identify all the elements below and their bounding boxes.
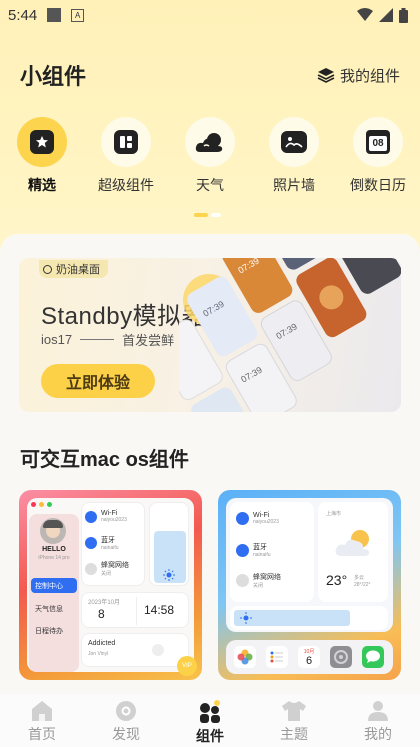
photos-icon	[234, 646, 256, 668]
font-a-icon: A	[71, 8, 85, 22]
window-controls	[31, 502, 52, 507]
nav-discover[interactable]: 发现	[84, 694, 168, 747]
menu-control-center: 控制中心	[31, 578, 77, 593]
category-label: 照片墙	[273, 177, 315, 193]
menu-weather: 天气信息	[35, 606, 63, 613]
weather-widget: 上海市 23° 多云 28°/22°	[318, 502, 388, 602]
bottom-nav: 首页 发现 组件 主题 我的	[0, 694, 420, 747]
reminders-icon	[266, 646, 288, 668]
my-widgets-label: 我的组件	[339, 67, 400, 85]
play-icon	[152, 644, 164, 656]
banner-badge: 奶油桌面	[39, 260, 108, 278]
bluetooth-icon	[236, 543, 249, 557]
page-dot	[211, 213, 221, 217]
avatar	[40, 518, 66, 544]
shirt-icon	[282, 701, 306, 721]
cloud-sun-icon	[335, 530, 370, 556]
nav-label: 主题	[280, 726, 308, 742]
page-title: 小组件	[20, 64, 87, 89]
wifi-icon	[236, 512, 249, 525]
nav-widgets[interactable]: 组件	[168, 694, 252, 747]
status-bar: 5:44 A	[0, 0, 420, 30]
my-widgets-button[interactable]: 我的组件	[317, 65, 400, 86]
wifi-icon	[357, 8, 373, 21]
standby-banner[interactable]: 奶油桌面 Standby模拟器 ios17 首发尝鲜 立即体验 07:39 07…	[19, 258, 401, 412]
nav-label: 发现	[112, 726, 140, 742]
page-indicator	[194, 213, 221, 217]
nav-label: 首页	[28, 726, 56, 742]
category-super-widgets[interactable]: 超级组件	[84, 117, 168, 195]
category-weather[interactable]: 天气	[168, 117, 252, 195]
nav-profile[interactable]: 我的	[336, 694, 420, 747]
standby-phones-illustration: 07:39 07:39 07:39 07:39	[179, 258, 401, 412]
try-now-button[interactable]: 立即体验	[41, 364, 155, 398]
bluetooth-icon	[85, 537, 97, 549]
cellular-icon	[236, 574, 249, 587]
calendar-icon: 08	[366, 130, 390, 154]
brightness-icon	[163, 569, 175, 581]
profile-device: iPhone 14 pro	[38, 555, 70, 561]
signal-icon	[379, 8, 393, 22]
category-label: 超级组件	[98, 177, 154, 193]
square-icon	[47, 8, 62, 22]
weather-icon	[195, 133, 223, 152]
category-label: 天气	[196, 177, 224, 193]
menu-schedule: 日程待办	[35, 628, 63, 635]
nav-themes[interactable]: 主题	[252, 694, 336, 747]
nav-label: 我的	[364, 726, 392, 742]
home-icon	[32, 701, 52, 721]
nav-home[interactable]: 首页	[0, 694, 84, 747]
wifi-icon	[85, 510, 97, 523]
brightness-icon	[240, 612, 252, 624]
photo-icon	[281, 131, 307, 153]
cellular-icon	[85, 562, 97, 575]
dock: 10月 6	[226, 640, 393, 674]
badge-circle-icon	[43, 264, 52, 274]
header: 小组件 我的组件	[20, 60, 400, 90]
banner-subtitle: ios17 首发尝鲜	[41, 332, 175, 348]
layers-icon	[317, 68, 335, 83]
profile-icon	[368, 701, 388, 721]
category-tabs: 精选 超级组件 天气 照片墙 08 倒数日历	[0, 117, 420, 197]
category-featured[interactable]: 精选	[0, 117, 84, 195]
profile-name: HELLO	[42, 546, 66, 553]
widget-preview-1[interactable]: HELLO iPhone 14 pro 控制中心 天气信息 日程待办 Wi-Fi…	[19, 490, 202, 680]
widgets-icon	[200, 700, 220, 723]
section-title: 可交互mac os组件	[20, 449, 189, 471]
settings-icon	[330, 646, 352, 668]
category-label: 倒数日历	[350, 177, 406, 193]
category-photo-wall[interactable]: 照片墙	[252, 117, 336, 195]
vip-badge: VIP	[177, 656, 197, 676]
date-day: 8	[98, 607, 105, 621]
music-player: Addicted Jon Vinyl	[81, 633, 189, 667]
page-dot-active	[194, 213, 208, 217]
grid-icon	[114, 130, 138, 154]
clock-time: 14:58	[144, 603, 175, 617]
category-countdown[interactable]: 08 倒数日历	[336, 117, 420, 195]
messages-icon	[362, 646, 384, 668]
discover-icon	[116, 701, 136, 721]
status-time: 5:44	[8, 6, 38, 24]
widget-preview-2[interactable]: Wi-Fi naiyou2023 蓝牙 nainaifu 蜂窝网络 关闭 上海市 23…	[218, 490, 401, 680]
content-area: 奶油桌面 Standby模拟器 ios17 首发尝鲜 立即体验 07:39 07…	[0, 234, 420, 694]
nav-label: 组件	[196, 728, 224, 744]
category-label: 精选	[28, 177, 56, 193]
star-icon	[30, 130, 54, 154]
battery-icon	[399, 7, 408, 23]
calendar-icon: 10月 6	[298, 646, 320, 668]
